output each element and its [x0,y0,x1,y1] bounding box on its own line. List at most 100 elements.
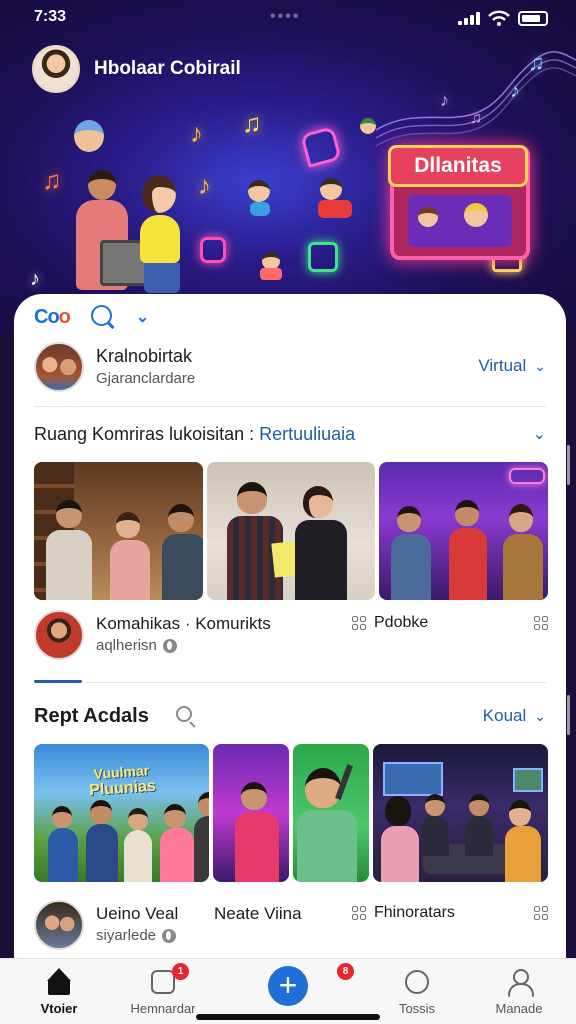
avatar[interactable] [34,342,84,392]
scrollbar[interactable] [567,445,570,485]
nav-manade[interactable]: Manade [474,967,564,1016]
nav-tossis-label: Tossis [398,1001,436,1016]
search-icon[interactable] [90,304,116,330]
profile-header[interactable]: Hbolaar Cobirail [32,45,241,93]
user-row[interactable]: Kralnobirtak Gjaranclardare Virtual ⌄ [34,342,546,402]
music-wave-decoration [376,51,576,147]
mini-character [318,200,352,218]
photo-festival[interactable]: Vuulmar Pluunias [34,744,209,882]
notification-badge: 1 [172,963,189,980]
booth-sign: Dllanitas [388,145,528,187]
koual-dropdown[interactable]: Koual ⌄ [483,706,546,726]
divider [84,682,546,683]
hero-banner: 7:33 •••• Hbolaar Cobirail ♫ ♪ ♫ ♪ ♪ ♫ ♪… [0,0,576,330]
booth-character [418,207,438,227]
mini-character [248,180,270,202]
photo-karaoke[interactable] [293,744,370,882]
post-tag[interactable]: Pdobke [352,614,428,632]
card-toolbar: Coo ⌄ [34,304,149,330]
signal-icon [458,11,480,25]
chevron-down-icon[interactable]: ⌄ [136,307,149,327]
status-time: 7:33 [34,8,67,25]
globe-icon [162,928,177,943]
chevron-down-icon[interactable]: ⌄ [533,424,546,444]
mini-character [320,178,342,200]
home-icon [44,967,74,997]
grid-icon [352,616,366,630]
post-title-secondary: Neate Viina [214,904,302,923]
photo-arcade[interactable] [212,744,289,882]
mini-character [250,202,270,216]
notification-badge: 8 [337,963,354,980]
post-subtitle: siyarlede [96,927,177,944]
nav-home[interactable]: Vtoier [14,967,104,1016]
user-name: Kralnobirtak [96,346,193,366]
photo-game-room[interactable] [373,744,548,882]
photo-party[interactable] [379,462,549,600]
scrollbar[interactable] [567,695,570,735]
nav-manade-label: Manade [495,1001,543,1016]
app-logo: Coo [34,305,71,328]
music-note-icon: ♪ [30,268,40,290]
virtual-dropdown-label: Virtual [478,356,527,375]
post-tag[interactable]: Fhinoratars [352,904,455,922]
avatar[interactable] [32,45,80,93]
photo-gallery[interactable]: Vuulmar Pluunias [34,744,548,882]
mini-character [260,268,282,280]
globe-icon [162,638,177,653]
music-note-icon: ♫ [242,108,262,138]
nav-hemnardar[interactable]: Hemnardar [118,967,208,1016]
post-subtitle: aqlherisn [96,637,177,654]
music-note-icon: ♪ [440,90,449,110]
post-title: Ueino Veal [96,904,179,923]
add-button[interactable]: + [268,966,308,1006]
grid-icon [352,906,366,920]
divider [34,406,546,407]
nav-tossis[interactable]: Tossis [372,967,462,1016]
chevron-down-icon: ⌄ [534,357,546,374]
photo-gallery[interactable] [34,462,549,600]
post-meta[interactable]: Ueino Veal Neate Viina siyarlede Fhinora… [34,900,548,954]
music-note-icon: ♫ [528,50,545,75]
wifi-icon [488,10,510,26]
status-dots: •••• [270,8,301,25]
koual-dropdown-label: Koual [482,706,527,725]
music-note-icon: ♪ [198,170,211,200]
user-subtitle: Gjaranclardare [96,370,196,387]
nav-home-label: Vtoier [40,1001,78,1016]
chevron-down-icon: ⌄ [534,707,546,724]
section-title: Ruang Komriras lukoisitan : Rertuuliuaia [34,424,356,444]
virtual-dropdown[interactable]: Virtual ⌄ [478,356,546,376]
user-icon [504,967,534,997]
post-meta[interactable]: Komahikas · Komurikts aqlherisn Pdobke [34,610,548,664]
booth-character [464,203,488,227]
feed-card: Coo ⌄ Kralnobirtak Gjaranclardare Virtua… [14,294,566,994]
neon-booth: Dllanitas [388,145,530,260]
profile-name: Hbolaar Cobirail [94,58,241,79]
battery-icon [518,10,548,26]
photo-couple[interactable] [206,462,376,600]
photo-group-friends[interactable] [34,462,203,600]
clock-icon [402,967,432,997]
search-icon[interactable] [176,706,198,728]
music-note-icon: ♪ [190,118,203,148]
nav-hemnardar-label: Hemnardar [130,1001,196,1016]
music-note-icon: ♫ [470,110,482,127]
more-grid-icon[interactable] [534,616,548,630]
mini-character [360,118,376,134]
tab-indicator [34,680,82,683]
section-title: Rept Acdals [34,705,149,727]
more-grid-icon[interactable] [534,906,548,920]
neon-comment-icon [300,126,342,168]
plus-icon: + [278,967,298,1003]
status-bar: 7:33 •••• [34,8,548,28]
music-note-icon: ♫ [42,165,62,195]
neon-music-icon [308,242,338,272]
post-title: Komahikas · Komurikts [96,614,271,633]
neon-app-icon [200,237,226,263]
poster-text: Vuulmar Pluunias [88,762,157,800]
avatar[interactable] [34,900,84,950]
home-indicator[interactable] [196,1014,380,1020]
music-note-icon: ♪ [510,80,520,102]
avatar[interactable] [34,610,84,660]
